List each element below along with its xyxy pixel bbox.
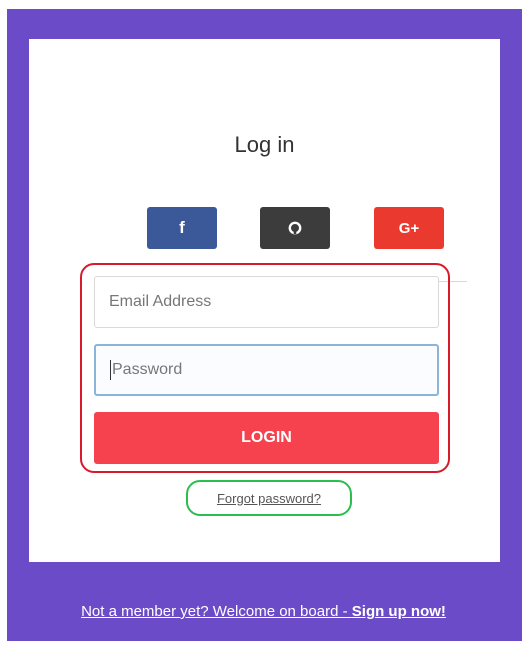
- signup-footer: Not a member yet? Welcome on board - Sig…: [0, 602, 527, 622]
- page-title: Log in: [234, 132, 295, 157]
- facebook-login-button[interactable]: f: [147, 207, 217, 249]
- forgot-password-link[interactable]: Forgot password?: [186, 480, 352, 516]
- email-field[interactable]: Email Address: [94, 276, 439, 328]
- login-button[interactable]: LOGIN: [94, 412, 439, 464]
- signup-link[interactable]: Sign up now!: [352, 603, 446, 620]
- login-button-label: LOGIN: [241, 429, 292, 446]
- email-placeholder: Email Address: [109, 293, 212, 310]
- password-placeholder: Password: [112, 361, 183, 378]
- google-plus-icon: G+: [398, 219, 420, 237]
- page: Log in f G+ OR Email Address Password: [0, 0, 527, 645]
- google-plus-login-button[interactable]: G+: [374, 207, 444, 249]
- github-login-button[interactable]: [260, 207, 330, 249]
- text-cursor: [110, 360, 111, 380]
- github-icon: [288, 221, 302, 235]
- facebook-icon: f: [179, 218, 185, 237]
- signup-prompt-link[interactable]: Not a member yet? Welcome on board - Sig…: [81, 603, 446, 620]
- signup-prompt: Not a member yet? Welcome on board -: [81, 603, 352, 620]
- password-field[interactable]: Password: [94, 344, 439, 396]
